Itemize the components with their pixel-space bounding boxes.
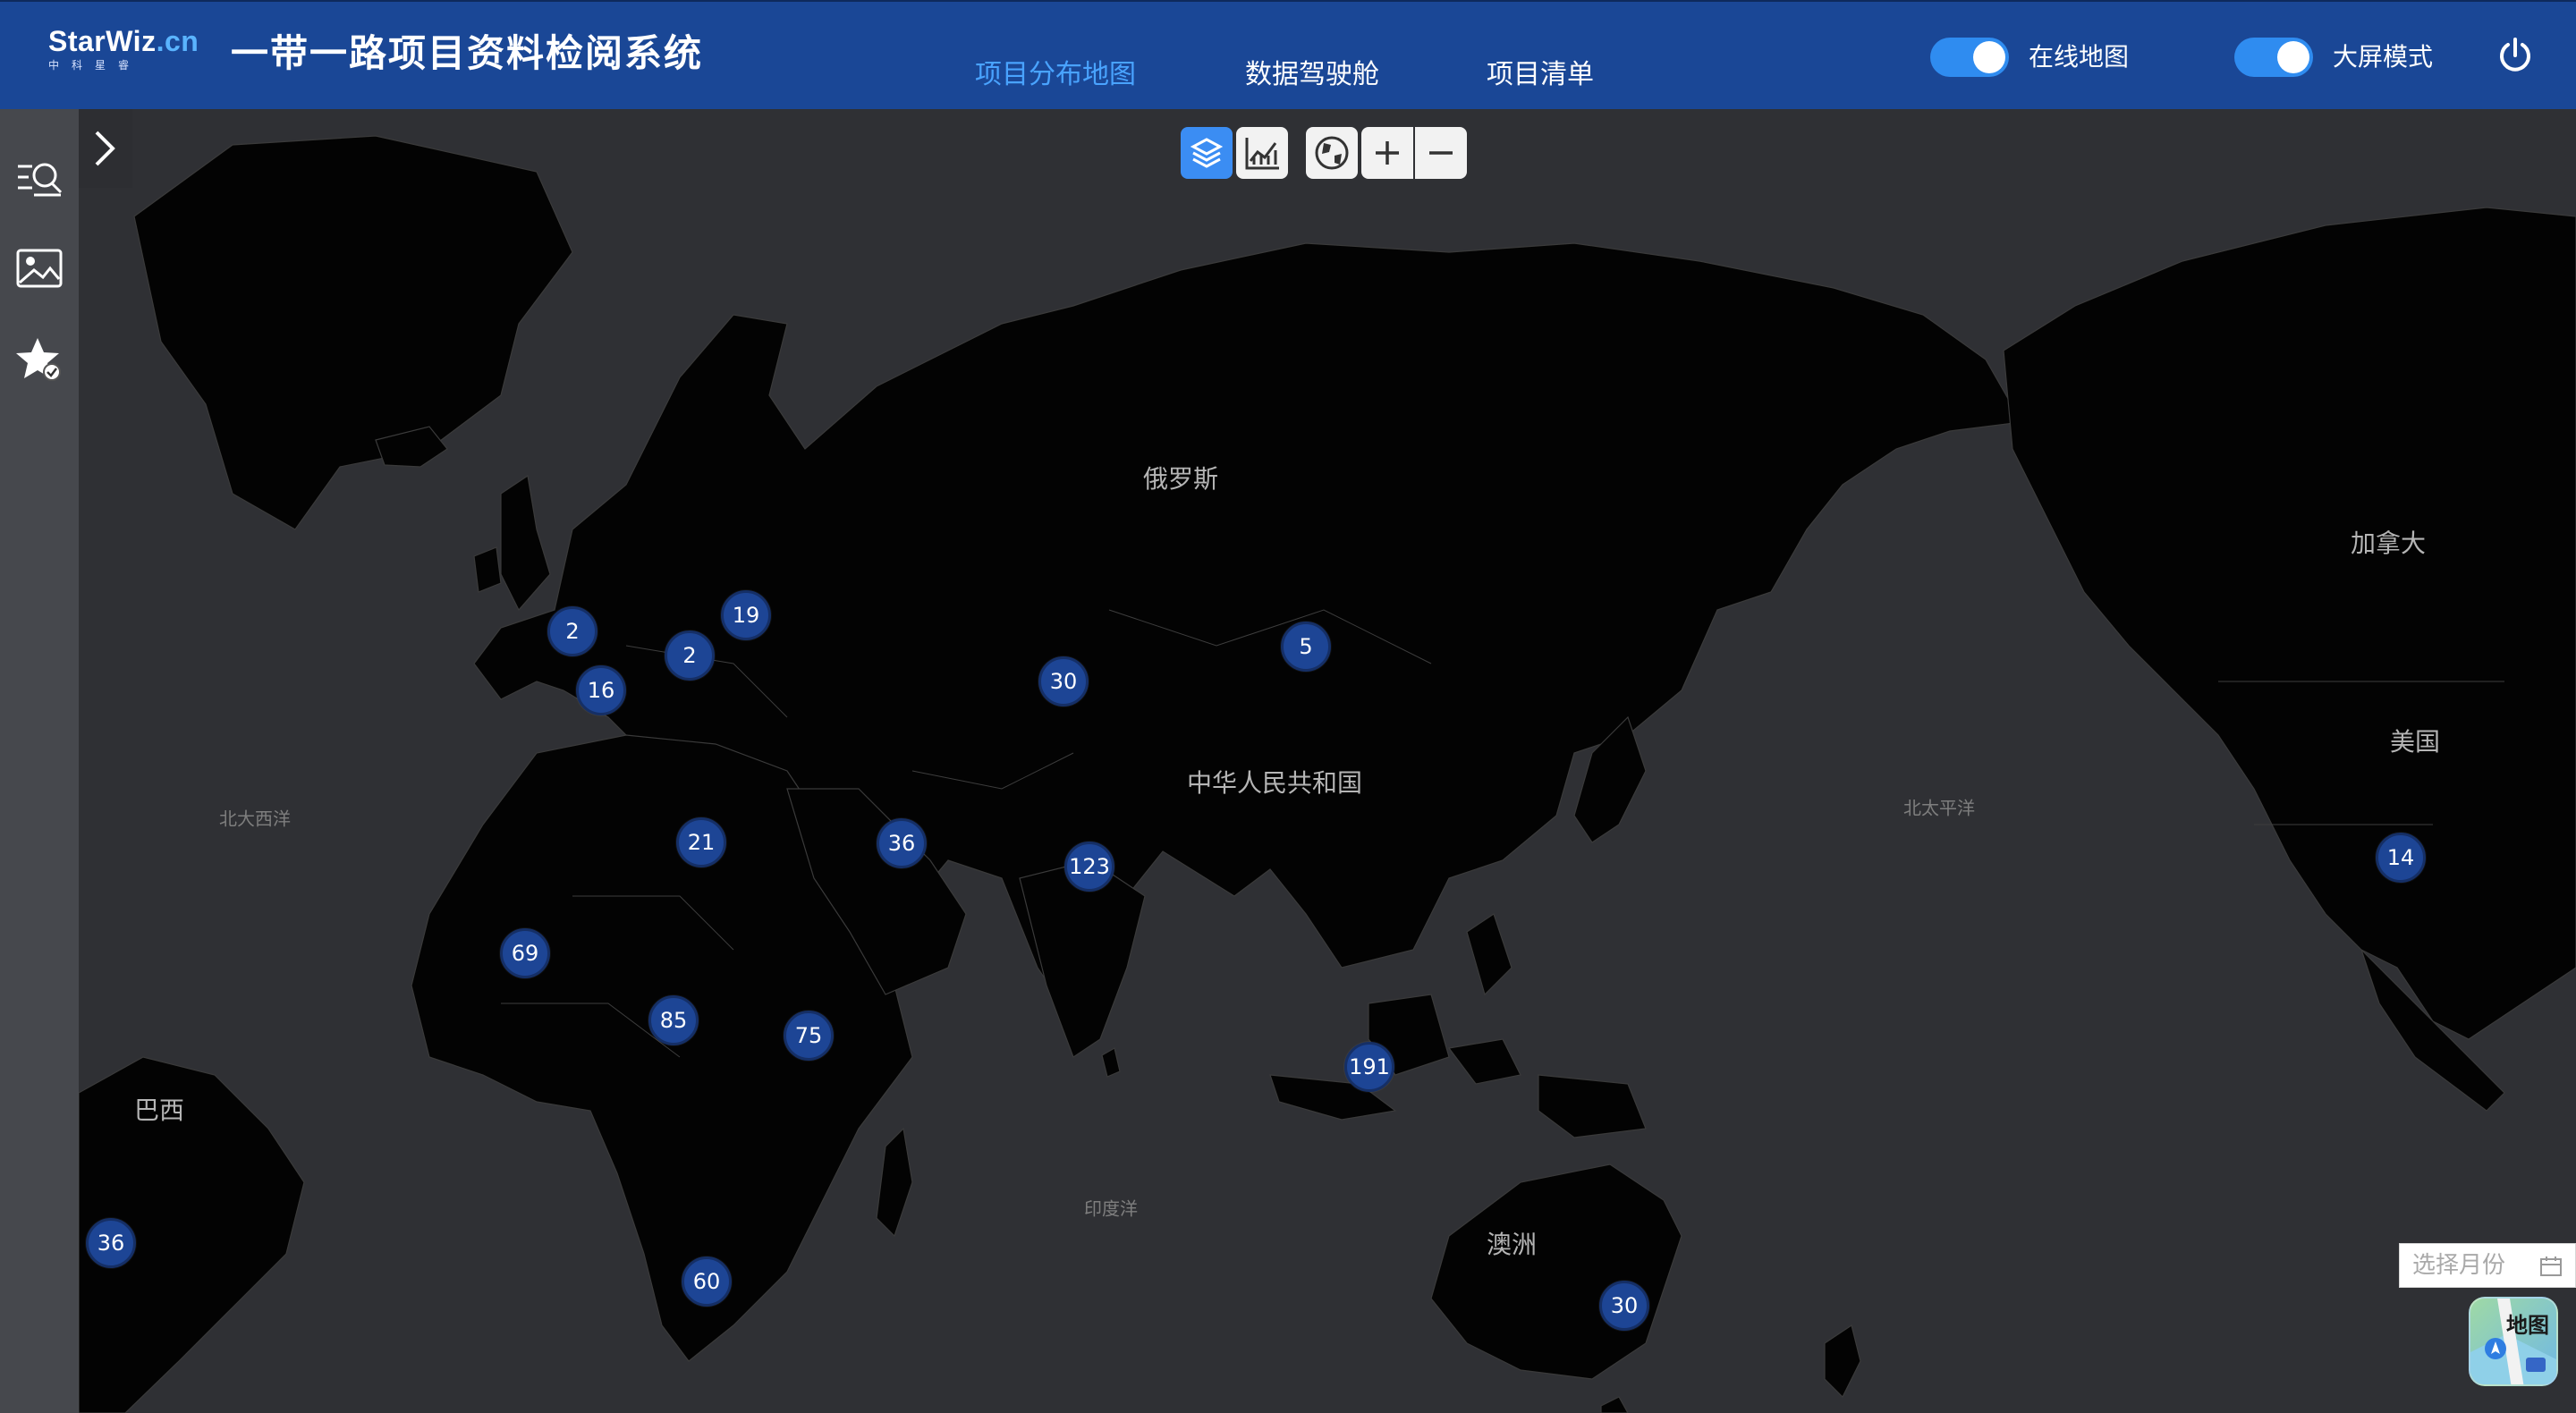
- globe-icon: [1315, 136, 1349, 170]
- image-icon[interactable]: [13, 241, 66, 295]
- project-cluster-marker[interactable]: 60: [682, 1256, 732, 1307]
- map-app-button[interactable]: 地图: [2469, 1297, 2558, 1386]
- zoom-in-button[interactable]: [1361, 127, 1413, 179]
- month-picker-placeholder: 选择月份: [2412, 1252, 2506, 1279]
- project-cluster-marker[interactable]: 30: [1038, 656, 1089, 706]
- label-indian-ocean: 印度洋: [1084, 1197, 1138, 1220]
- project-cluster-marker[interactable]: 30: [1599, 1281, 1649, 1331]
- label-brazil: 巴西: [133, 1096, 185, 1125]
- layers-icon: [1190, 138, 1224, 168]
- map-app-label: 地图: [2506, 1313, 2549, 1338]
- project-cluster-marker[interactable]: 21: [676, 817, 726, 867]
- project-cluster-marker[interactable]: 123: [1064, 842, 1114, 892]
- fullscreen-mode-toggle[interactable]: [2234, 38, 2313, 77]
- label-north-atlantic: 北大西洋: [219, 808, 291, 830]
- top-bar: StarWiz.cn 中科星睿 一带一路项目资料检阅系统 项目分布地图 数据驾驶…: [0, 0, 2576, 109]
- toggle-knob: [2277, 41, 2309, 73]
- zoom-out-icon: [1429, 151, 1453, 155]
- brand-logo: StarWiz.cn 中科星睿: [48, 25, 199, 72]
- label-china: 中华人民共和国: [1186, 768, 1363, 798]
- zoom-in-icon: [1376, 141, 1399, 165]
- globe-button[interactable]: [1306, 127, 1358, 179]
- left-sidebar: [0, 109, 79, 1413]
- project-cluster-marker[interactable]: 5: [1281, 622, 1331, 672]
- map-view[interactable]: 俄罗斯 中华人民共和国 加拿大 美国 澳洲 巴西 北大西洋 北太平洋 印度洋 2…: [0, 109, 2576, 1413]
- label-russia: 俄罗斯: [1142, 464, 1219, 494]
- project-cluster-marker[interactable]: 69: [500, 928, 550, 978]
- online-map-toggle[interactable]: [1930, 38, 2009, 77]
- project-cluster-marker[interactable]: 19: [721, 590, 771, 640]
- month-picker-input[interactable]: 选择月份: [2399, 1243, 2576, 1288]
- project-cluster-marker[interactable]: 2: [665, 630, 715, 681]
- chevron-right-icon: [95, 131, 115, 166]
- project-cluster-marker[interactable]: 36: [86, 1218, 136, 1268]
- app-title: 一带一路项目资料检阅系统: [231, 31, 704, 75]
- zoom-out-button[interactable]: [1415, 127, 1467, 179]
- nav-data-cockpit[interactable]: 数据驾驶舱: [1245, 57, 1379, 93]
- brand-subtitle: 中科星睿: [48, 59, 142, 72]
- sidebar-expand-button[interactable]: [79, 109, 132, 188]
- star-check-icon[interactable]: [13, 333, 66, 386]
- world-basemap: [78, 135, 2576, 1413]
- label-north-pacific: 北太平洋: [1903, 797, 1975, 819]
- nav-project-map[interactable]: 项目分布地图: [975, 57, 1136, 93]
- power-icon[interactable]: [2496, 36, 2535, 75]
- brand-name: StarWiz.cn: [48, 25, 199, 57]
- project-cluster-marker[interactable]: 85: [648, 995, 699, 1045]
- nav-project-list[interactable]: 项目清单: [1487, 57, 1594, 93]
- label-canada: 加拿大: [2350, 529, 2427, 558]
- project-cluster-marker[interactable]: 75: [784, 1011, 834, 1061]
- project-cluster-marker[interactable]: 14: [2376, 833, 2426, 883]
- chart-icon: [1245, 138, 1279, 170]
- fullscreen-mode-label: 大屏模式: [2333, 42, 2434, 72]
- project-cluster-marker[interactable]: 16: [576, 665, 626, 715]
- project-cluster-marker[interactable]: 36: [877, 818, 927, 868]
- label-australia: 澳洲: [1486, 1230, 1538, 1259]
- online-map-label: 在线地图: [2029, 42, 2130, 72]
- calendar-icon: [2540, 1256, 2562, 1276]
- project-cluster-marker[interactable]: 191: [1344, 1042, 1394, 1092]
- layers-button[interactable]: [1181, 127, 1233, 179]
- chart-button[interactable]: [1236, 127, 1288, 179]
- toggle-knob: [1973, 41, 2005, 73]
- search-list-icon[interactable]: [13, 150, 66, 204]
- project-cluster-marker[interactable]: 2: [547, 606, 597, 656]
- label-usa: 美国: [2389, 727, 2441, 757]
